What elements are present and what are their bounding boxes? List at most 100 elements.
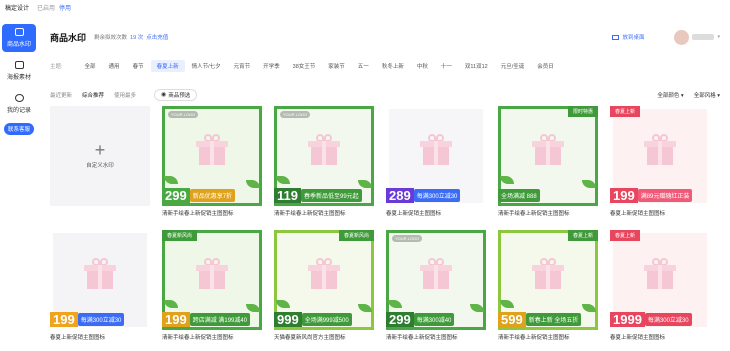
page-header: 商品水印 剩余拟效次数 19 次 点击充值 放到桌面 ▾	[50, 29, 720, 45]
watermark-card[interactable]: YOUR LOGO 299 新品优惠享7折清新手绘春上新促销主图图标	[162, 106, 262, 217]
watermark-card[interactable]: YOUR LOGO 119 春季新品低至99元起 清新手绘春上新促销主图图标	[274, 106, 374, 217]
product-preview-button[interactable]: ◉ 商品预选	[154, 88, 198, 101]
sidebar-item-poster[interactable]: 海报素材	[2, 57, 36, 85]
promo-banner: 全场满减 888	[498, 184, 598, 206]
watermark-thumbnail: 春夏上新 599 新春上新 全场五折	[498, 230, 598, 330]
color-filter-dropdown[interactable]: 全部颜色 ▾	[657, 91, 683, 99]
card-caption: 清新手绘春上新促销主图图标	[162, 335, 234, 341]
topic-item[interactable]: 双11双12	[459, 60, 494, 72]
card-caption: 天猫春夏新风尚官方主图图标	[274, 335, 346, 341]
topic-item[interactable]: 春节	[127, 60, 150, 72]
watermark-card[interactable]: 春夏新风尚 999 全场满999减500 天猫春夏新风尚官方主图图标	[274, 230, 374, 341]
recharge-link[interactable]: 点击充值	[146, 33, 168, 41]
price-label: 199	[162, 311, 190, 327]
sort-most-used[interactable]: 使用最多	[114, 91, 136, 99]
avatar[interactable]	[674, 29, 690, 45]
promo-banner: 1999 每满300立减30	[610, 308, 710, 330]
promo-text: 每满300立减30	[77, 312, 125, 326]
promo-banner: 999 全场满999减500	[274, 308, 374, 330]
user-name-blurred[interactable]	[692, 34, 715, 40]
sort-recent[interactable]: 最近更新	[50, 91, 72, 99]
topic-item[interactable]: 38女王节	[287, 60, 322, 72]
watermark-card[interactable]: 春夏新风尚 199 跨店满减 满199减40 清新手绘春上新促销主图图标	[162, 230, 262, 341]
card-caption: 清新手绘春上新促销主图图标	[386, 335, 458, 341]
watermark-thumbnail: 春夏新风尚 999 全场满999减500	[274, 230, 374, 330]
watermark-card[interactable]: 春夏上新 199 满89元赠随红正装 春夏上新促销主图图标	[610, 106, 710, 217]
topic-item[interactable]: 中秋	[411, 60, 434, 72]
status-text: 已启用	[37, 5, 56, 12]
eye-icon: ◉	[161, 92, 167, 98]
watermark-thumbnail: 春夏新风尚 199 跨店满减 满199减40	[162, 230, 262, 330]
topic-item[interactable]: 会员日	[531, 60, 560, 72]
app-brand: 稿定设计	[5, 5, 30, 12]
promo-banner: 199 跨店满减 满199减40	[162, 308, 262, 330]
watermark-thumbnail: 春夏上新 199 满89元赠随红正装	[610, 106, 710, 206]
remaining-label: 剩余拟效次数	[94, 35, 128, 41]
sidebar-item-label: 我的记录	[6, 108, 31, 114]
topic-item[interactable]: 十一	[435, 60, 458, 72]
promo-text: 全场满999减500	[301, 312, 352, 326]
topic-item[interactable]: 通用	[103, 60, 126, 72]
price-label: 999	[274, 311, 302, 327]
sidebar-item-history[interactable]: 我的记录	[2, 90, 36, 118]
topic-item[interactable]: 元宵节	[228, 60, 257, 72]
watermark-card[interactable]: YOUR LOGO 299 每满300减40 清新手绘春上新促销主图图标	[386, 230, 486, 341]
topic-item[interactable]: 情人节/七夕	[186, 60, 227, 72]
promo-banner: 599 新春上新 全场五折	[498, 308, 598, 330]
watermark-thumbnail: YOUR LOGO 299 新品优惠享7折	[162, 106, 262, 206]
sidebar-item-label: 商品水印	[6, 42, 31, 48]
corner-tag: 春夏新风尚	[338, 230, 374, 241]
promo-banner: 299 每满300减40	[386, 308, 486, 330]
promo-text: 春季新品低至99元起	[300, 188, 362, 202]
style-filter-dropdown[interactable]: 全部风格 ▾	[694, 91, 720, 99]
topic-item[interactable]: 全部	[79, 60, 102, 72]
history-icon	[14, 94, 24, 102]
watermark-card[interactable]: 289 每满300立减30 春夏上新促销主图图标	[386, 106, 486, 217]
topic-item[interactable]: 开学季	[257, 60, 286, 72]
price-label: 1999	[610, 311, 645, 327]
sidebar: 商品水印 海报素材 我的记录 联系客服	[0, 24, 38, 135]
add-to-desktop-button[interactable]: 放到桌面	[612, 33, 644, 41]
topic-list: 全部 通用 春节 春夏上新 情人节/七夕 元宵节 开学季 38女王节 家装节 五一 秋冬上新 中秋 十一…	[79, 60, 561, 72]
topic-item[interactable]: 元旦/圣诞	[495, 60, 531, 72]
corner-tag: 春夏上新	[610, 106, 641, 117]
custom-watermark-label: 自定义水印	[86, 163, 114, 169]
promo-text: 每满300减40	[413, 312, 455, 326]
sort-bar: 最近更新 综合推荐 使用最多 ◉ 商品预选 全部颜色 ▾ 全部风格 ▾	[50, 88, 720, 101]
promo-text: 每满300立减30	[413, 188, 461, 202]
top-bar: 稿定设计 已启用 停用	[0, 0, 730, 14]
price-label: 599	[498, 311, 526, 327]
promo-text: 新春上新 全场五折	[525, 312, 582, 326]
topic-item[interactable]: 五一	[352, 60, 375, 72]
disable-link[interactable]: 停用	[59, 3, 71, 12]
monitor-icon	[612, 34, 620, 40]
poster-icon	[14, 61, 24, 69]
promo-banner: 119 春季新品低至99元起	[274, 184, 374, 206]
sidebar-item-label: 海报素材	[6, 75, 31, 81]
watermark-card[interactable]: 春夏上新 1999 每满300立减30 春夏上新促销主图图标	[610, 230, 710, 341]
promo-text: 新品优惠享7折	[189, 188, 236, 202]
contact-service-button[interactable]: 联系客服	[4, 123, 34, 135]
desktop-label: 放到桌面	[622, 35, 645, 41]
topic-item[interactable]: 家装节	[322, 60, 351, 72]
sidebar-item-product-watermark[interactable]: 商品水印	[2, 24, 36, 52]
topic-filter-bar: 主题: 全部 通用 春节 春夏上新 情人节/七夕 元宵节 开学季 38女王节 家装节 五一 秋冬上新…	[50, 60, 720, 72]
preview-label: 商品预选	[168, 92, 191, 99]
watermark-thumbnail: YOUR LOGO 119 春季新品低至99元起	[274, 106, 374, 206]
price-label: 299	[386, 311, 414, 327]
promo-text: 跨店满减 满199减40	[189, 312, 251, 326]
watermark-card[interactable]: 春夏上新 599 新春上新 全场五折 清新手绘春上新促销主图图标	[498, 230, 598, 341]
custom-watermark-card[interactable]: + 自定义水印	[50, 106, 150, 206]
corner-tag: 春夏上新	[567, 230, 598, 241]
price-label: 119	[274, 187, 301, 203]
topic-item[interactable]: 秋冬上新	[376, 60, 410, 72]
price-label: 289	[386, 187, 414, 203]
card-caption: 清新手绘春上新促销主图图标	[162, 211, 234, 217]
sort-recommended[interactable]: 综合推荐	[82, 91, 104, 99]
topic-item[interactable]: 春夏上新	[150, 60, 185, 72]
watermark-card[interactable]: 199 每满300立减30 春夏上新促销主图图标	[50, 230, 150, 341]
watermark-thumbnail: 289 每满300立减30	[386, 106, 486, 206]
card-caption: 清新手绘春上新促销主图图标	[498, 211, 570, 217]
chevron-down-icon[interactable]: ▾	[717, 34, 720, 40]
watermark-card[interactable]: 限时特惠 全场满减 888 清新手绘春上新促销主图图标	[498, 106, 598, 217]
